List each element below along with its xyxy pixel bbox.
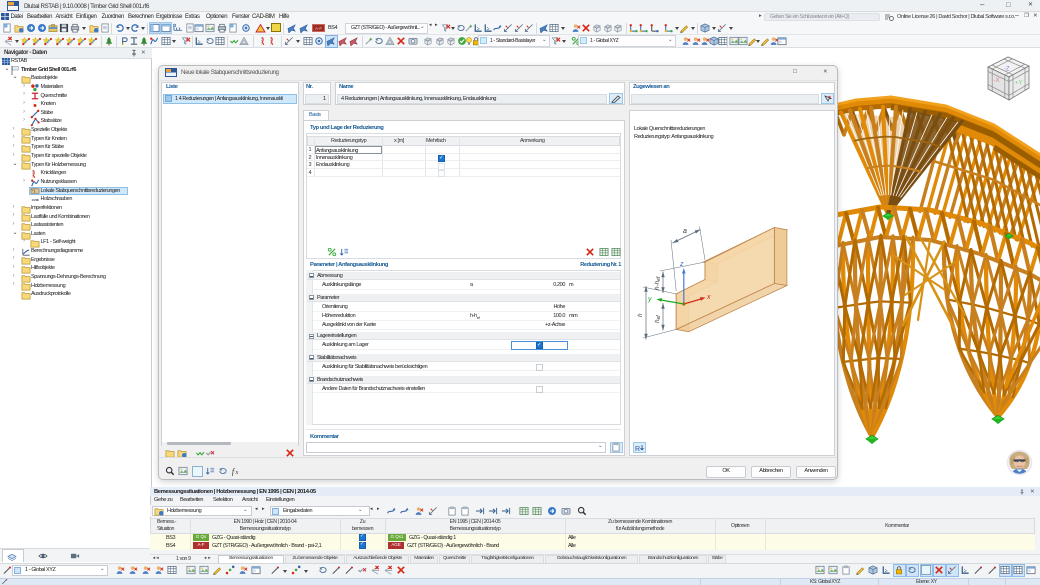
- svg-text:h: h: [637, 313, 644, 317]
- svg-text:-Z: -Z: [1004, 67, 1010, 73]
- svg-text:hef: hef: [654, 315, 662, 323]
- svg-text:x: x: [235, 469, 239, 476]
- svg-text:a: a: [683, 228, 687, 235]
- svg-text:y: y: [647, 296, 652, 303]
- svg-text:R: R: [635, 446, 640, 453]
- svg-text:h-hef: h-hef: [654, 276, 662, 290]
- svg-text:z: z: [679, 261, 684, 268]
- svg-text:+Y: +Y: [1015, 81, 1023, 87]
- svg-text:x: x: [706, 294, 711, 301]
- svg-text:-X: -X: [994, 78, 1000, 84]
